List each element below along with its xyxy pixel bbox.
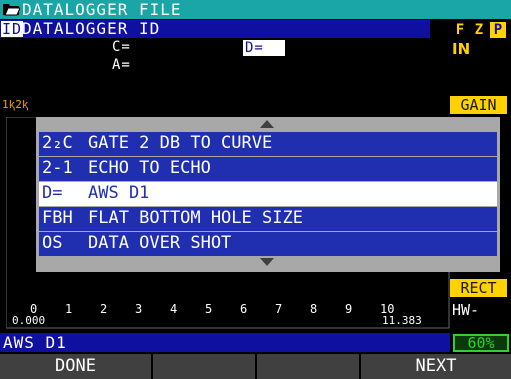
flag-p: P — [490, 22, 506, 38]
x-tick-label: 7 — [275, 302, 283, 316]
percent-badge: 60% — [453, 334, 509, 352]
d-field[interactable]: D= — [243, 40, 285, 56]
list-item-text: ECHO TO ECHO — [88, 158, 211, 178]
list-item[interactable]: OS DATA OVER SHOT — [39, 232, 497, 256]
x-tick-label: 5 — [205, 302, 213, 316]
list-item-text: FLAT BOTTOM HOLE SIZE — [88, 208, 303, 228]
list-item-code: FBH — [42, 208, 73, 228]
id-row: ID DATALOGGER ID — [0, 19, 511, 38]
c-label: C= — [112, 39, 131, 55]
info-panel: C= D= A= — [0, 39, 450, 78]
list-item-code: 2-1 — [42, 158, 73, 178]
x-tick-label: 8 — [310, 302, 318, 316]
rect-button[interactable]: RECT — [450, 279, 507, 297]
hw-label: HW- — [452, 301, 480, 319]
list-item-code: OS — [42, 233, 63, 253]
x-tick-label: 3 — [135, 302, 143, 316]
softkey-3[interactable] — [257, 354, 359, 379]
list-item-code: D= — [42, 183, 63, 203]
folder-icon — [3, 4, 20, 16]
status-row: AWS D1 60% — [0, 333, 511, 352]
reflector-icons: 1ⱪ2ⱪ — [2, 98, 29, 111]
x-tick-label: 9 — [345, 302, 353, 316]
list-item-text: DATA OVER SHOT — [88, 233, 232, 253]
gate-mode-list[interactable]: 2₂C GATE 2 DB TO CURVE 2-1 ECHO TO ECHO D= AW… — [36, 117, 500, 272]
scroll-down-arrow-icon[interactable] — [260, 258, 274, 266]
list-item-text: GATE 2 DB TO CURVE — [88, 133, 273, 153]
status-bar: AWS D1 — [0, 333, 450, 352]
list-item[interactable]: FBH FLAT BOTTOM HOLE SIZE — [39, 207, 497, 231]
done-button[interactable]: DONE — [0, 354, 151, 379]
a-label: A= — [112, 57, 131, 73]
softkey-2[interactable] — [153, 354, 255, 379]
title-text: DATALOGGER FILE — [22, 0, 182, 19]
title-bar: DATALOGGER FILE — [0, 0, 511, 19]
gain-button[interactable]: GAIN — [450, 96, 507, 114]
scroll-up-arrow-icon[interactable] — [260, 120, 274, 128]
list-item[interactable]: 2₂C GATE 2 DB TO CURVE — [39, 132, 497, 156]
list-item-text: AWS D1 — [88, 183, 150, 203]
x-max-label: 11.383 — [382, 314, 422, 327]
x-tick-label: 6 — [240, 302, 248, 316]
x-min-label: 0.000 — [12, 314, 46, 327]
in-units-label: IN — [452, 40, 471, 58]
list-item-code: 2₂C — [42, 133, 73, 153]
list-item[interactable]: 2-1 ECHO TO ECHO — [39, 157, 497, 181]
softkey-bar: DONE NEXT — [0, 354, 511, 379]
flag-f: F — [452, 22, 468, 38]
id-tag: ID — [1, 20, 24, 38]
x-tick-label: 1 — [65, 302, 73, 316]
status-text: AWS D1 — [3, 333, 67, 352]
list-item[interactable]: D= AWS D1 — [39, 182, 497, 206]
next-button[interactable]: NEXT — [361, 354, 511, 379]
datalogger-id-field[interactable]: ID DATALOGGER ID — [0, 20, 430, 38]
x-tick-label: 2 — [100, 302, 108, 316]
id-label: DATALOGGER ID — [22, 19, 161, 38]
flag-z: Z — [471, 22, 487, 38]
x-tick-label: 4 — [170, 302, 178, 316]
